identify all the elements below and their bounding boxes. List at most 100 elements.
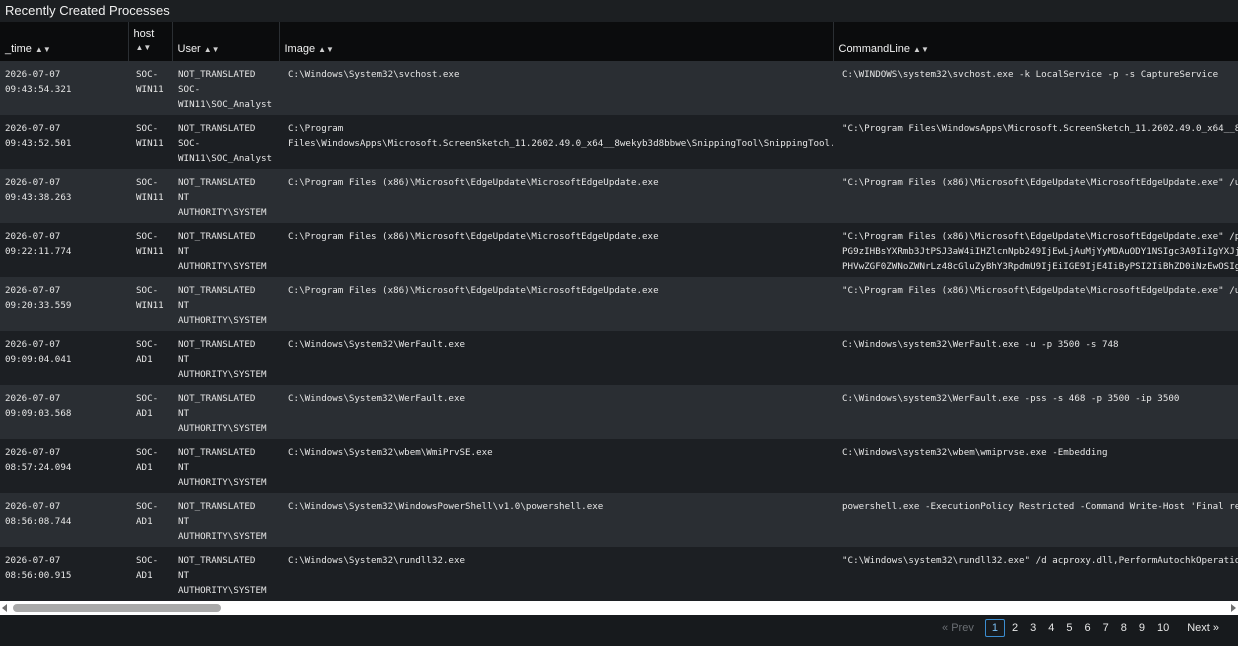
cell-user[interactable]: NOT_TRANSLATED NT AUTHORITY\SYSTEM <box>172 331 279 385</box>
cell-host[interactable]: SOC- WIN11 <box>128 277 172 331</box>
cell-time[interactable]: 2026-07-07 08:57:24.094 <box>0 439 128 493</box>
table-row[interactable]: 2026-07-07 09:20:33.559 SOC- WIN11 NOT_TRANS… <box>0 277 1238 331</box>
sort-icon[interactable]: ▲▼ <box>318 45 334 54</box>
cell-text-line: SOC- <box>136 501 159 512</box>
table-row[interactable]: 2026-07-07 09:09:04.041 SOC- AD1 NOT_TRANSLA… <box>0 331 1238 385</box>
cell-time[interactable]: 2026-07-07 09:09:03.568 <box>0 385 128 439</box>
page-button-8[interactable]: 8 <box>1116 620 1132 636</box>
cell-host[interactable]: SOC- AD1 <box>128 385 172 439</box>
cell-image[interactable]: C:\Windows\System32\rundll32.exe <box>279 547 833 601</box>
cell-text-line: NT <box>178 246 190 257</box>
page-button-4[interactable]: 4 <box>1043 620 1059 636</box>
scroll-left-icon[interactable] <box>2 604 7 612</box>
cell-time[interactable]: 2026-07-07 08:56:08.744 <box>0 493 128 547</box>
cell-text-line: "C:\Windows\system32\rundll32.exe" /d ac… <box>842 555 1238 566</box>
cell-commandline[interactable]: "C:\Program Files (x86)\Microsoft\EdgeUp… <box>833 277 1238 331</box>
page-button-10[interactable]: 10 <box>1152 620 1174 636</box>
cell-commandline[interactable]: "C:\Program Files (x86)\Microsoft\EdgeUp… <box>833 223 1238 277</box>
cell-host[interactable]: SOC- WIN11 <box>128 115 172 169</box>
cell-commandline[interactable]: "C:\Program Files (x86)\Microsoft\EdgeUp… <box>833 169 1238 223</box>
cell-user[interactable]: NOT_TRANSLATED NT AUTHORITY\SYSTEM <box>172 169 279 223</box>
horizontal-scrollbar[interactable] <box>0 601 1238 615</box>
scroll-right-icon[interactable] <box>1231 604 1236 612</box>
page-button-3[interactable]: 3 <box>1025 620 1041 636</box>
column-header-image[interactable]: Image ▲▼ <box>279 22 834 61</box>
table-row[interactable]: 2026-07-07 09:43:54.321 SOC- WIN11 NOT_TRANS… <box>0 61 1238 115</box>
page-button-9[interactable]: 9 <box>1134 620 1150 636</box>
cell-commandline[interactable]: powershell.exe -ExecutionPolicy Restrict… <box>833 493 1238 547</box>
cell-text-line: WIN11 <box>136 300 164 311</box>
cell-user[interactable]: NOT_TRANSLATED NT AUTHORITY\SYSTEM <box>172 439 279 493</box>
cell-image[interactable]: C:\Program Files (x86)\Microsoft\EdgeUpd… <box>279 223 833 277</box>
cell-commandline[interactable]: "C:\Program Files\WindowsApps\Microsoft.… <box>833 115 1238 169</box>
cell-text-line: C:\Program Files (x86)\Microsoft\EdgeUpd… <box>288 231 659 242</box>
cell-host[interactable]: SOC- WIN11 <box>128 169 172 223</box>
sort-icon[interactable]: ▲▼ <box>204 45 220 54</box>
cell-user[interactable]: NOT_TRANSLATED NT AUTHORITY\SYSTEM <box>172 277 279 331</box>
cell-user[interactable]: NOT_TRANSLATED NT AUTHORITY\SYSTEM <box>172 223 279 277</box>
cell-time[interactable]: 2026-07-07 09:43:38.263 <box>0 169 128 223</box>
prev-page-button[interactable]: « Prev <box>937 620 979 636</box>
cell-user[interactable]: NOT_TRANSLATED SOC- WIN11\SOC_Analyst <box>172 61 279 115</box>
cell-image[interactable]: C:\Program Files (x86)\Microsoft\EdgeUpd… <box>279 169 833 223</box>
cell-image[interactable]: C:\Program Files (x86)\Microsoft\EdgeUpd… <box>279 277 833 331</box>
page-button-2[interactable]: 2 <box>1007 620 1023 636</box>
cell-text-line: WIN11 <box>136 138 164 149</box>
cell-image[interactable]: C:\Windows\System32\wbem\WmiPrvSE.exe <box>279 439 833 493</box>
column-header-host[interactable]: host ▲▼ <box>128 22 173 61</box>
column-header-user[interactable]: User ▲▼ <box>172 22 280 61</box>
cell-image[interactable]: C:\Program Files\WindowsApps\Microsoft.Sc… <box>279 115 833 169</box>
table-row[interactable]: 2026-07-07 08:56:00.915 SOC- AD1 NOT_TRANSLA… <box>0 547 1238 601</box>
page-button-5[interactable]: 5 <box>1061 620 1077 636</box>
cell-time[interactable]: 2026-07-07 09:09:04.041 <box>0 331 128 385</box>
cell-commandline[interactable]: C:\Windows\system32\WerFault.exe -pss -s… <box>833 385 1238 439</box>
cell-commandline[interactable]: "C:\Windows\system32\rundll32.exe" /d ac… <box>833 547 1238 601</box>
table-row[interactable]: 2026-07-07 08:57:24.094 SOC- AD1 NOT_TRANSLA… <box>0 439 1238 493</box>
sort-icon[interactable]: ▲▼ <box>35 45 51 54</box>
cell-user[interactable]: NOT_TRANSLATED SOC- WIN11\SOC_Analyst <box>172 115 279 169</box>
cell-user[interactable]: NOT_TRANSLATED NT AUTHORITY\SYSTEM <box>172 385 279 439</box>
cell-text-line: C:\Program <box>288 123 344 134</box>
page-button-1[interactable]: 1 <box>984 619 1005 637</box>
cell-image[interactable]: C:\Windows\System32\svchost.exe <box>279 61 833 115</box>
cell-text-line: 2026-07-07 <box>5 393 61 404</box>
cell-text-line: NT <box>178 462 190 473</box>
table-row[interactable]: 2026-07-07 09:22:11.774 SOC- WIN11 NOT_TRANS… <box>0 223 1238 277</box>
next-page-button[interactable]: Next » <box>1182 620 1224 636</box>
page-button-7[interactable]: 7 <box>1098 620 1114 636</box>
cell-text-line: AUTHORITY\SYSTEM <box>178 477 267 488</box>
cell-user[interactable]: NOT_TRANSLATED NT AUTHORITY\SYSTEM <box>172 493 279 547</box>
cell-image[interactable]: C:\Windows\System32\WindowsPowerShell\v1… <box>279 493 833 547</box>
cell-time[interactable]: 2026-07-07 09:43:54.321 <box>0 61 128 115</box>
cell-text-line: AD1 <box>136 462 153 473</box>
cell-host[interactable]: SOC- AD1 <box>128 493 172 547</box>
cell-image[interactable]: C:\Windows\System32\WerFault.exe <box>279 331 833 385</box>
page-button-6[interactable]: 6 <box>1079 620 1095 636</box>
table-row[interactable]: 2026-07-07 08:56:08.744 SOC- AD1 NOT_TRANSLA… <box>0 493 1238 547</box>
cell-commandline[interactable]: C:\Windows\system32\wbem\wmiprvse.exe -E… <box>833 439 1238 493</box>
table-row[interactable]: 2026-07-07 09:43:38.263 SOC- WIN11 NOT_TRANS… <box>0 169 1238 223</box>
scrollbar-thumb[interactable] <box>13 604 221 612</box>
cell-host[interactable]: SOC- AD1 <box>128 331 172 385</box>
cell-time[interactable]: 2026-07-07 09:20:33.559 <box>0 277 128 331</box>
cell-time[interactable]: 2026-07-07 09:43:52.501 <box>0 115 128 169</box>
table-row[interactable]: 2026-07-07 09:09:03.568 SOC- AD1 NOT_TRANSLA… <box>0 385 1238 439</box>
cell-host[interactable]: SOC- AD1 <box>128 547 172 601</box>
results-table-container[interactable]: _time ▲▼ host ▲▼ User ▲▼ Image ▲▼ CommandLin… <box>0 22 1238 601</box>
column-header-time[interactable]: _time ▲▼ <box>0 22 129 61</box>
sort-icon[interactable]: ▲▼ <box>913 45 929 54</box>
cell-time[interactable]: 2026-07-07 08:56:00.915 <box>0 547 128 601</box>
cell-image[interactable]: C:\Windows\System32\WerFault.exe <box>279 385 833 439</box>
cell-host[interactable]: SOC- AD1 <box>128 439 172 493</box>
cell-commandline[interactable]: C:\WINDOWS\system32\svchost.exe -k Local… <box>833 61 1238 115</box>
cell-host[interactable]: SOC- WIN11 <box>128 61 172 115</box>
cell-time[interactable]: 2026-07-07 09:22:11.774 <box>0 223 128 277</box>
cell-host[interactable]: SOC- WIN11 <box>128 223 172 277</box>
table-row[interactable]: 2026-07-07 09:43:52.501 SOC- WIN11 NOT_TRANS… <box>0 115 1238 169</box>
cell-text-line: 09:09:03.568 <box>5 408 72 419</box>
cell-text-line: C:\Windows\system32\WerFault.exe -u -p 3… <box>842 339 1119 350</box>
sort-icon[interactable]: ▲▼ <box>136 43 168 52</box>
cell-user[interactable]: NOT_TRANSLATED NT AUTHORITY\SYSTEM <box>172 547 279 601</box>
column-header-commandline[interactable]: CommandLine ▲▼ <box>833 22 1238 61</box>
cell-commandline[interactable]: C:\Windows\system32\WerFault.exe -u -p 3… <box>833 331 1238 385</box>
